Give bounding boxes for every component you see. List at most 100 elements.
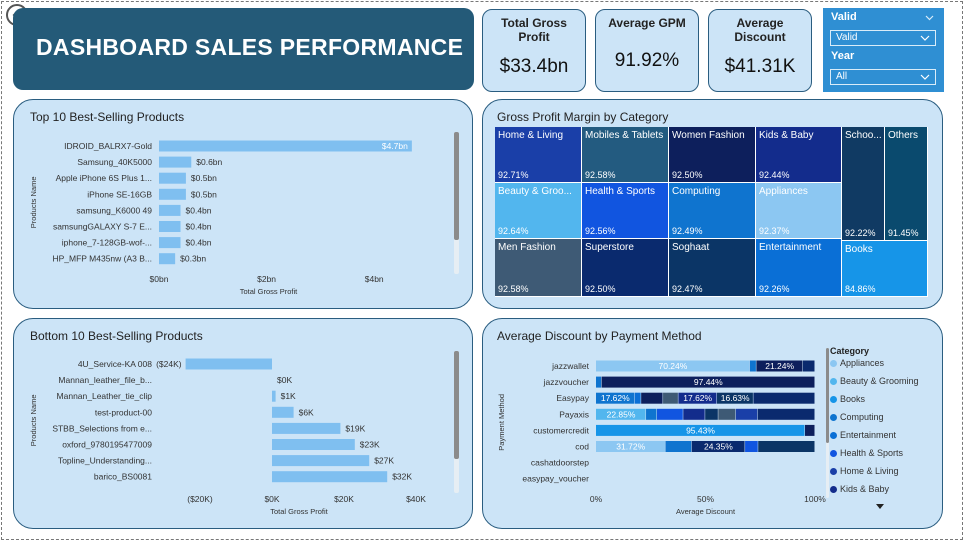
bar-segment[interactable] [646, 408, 657, 420]
bar[interactable] [159, 172, 186, 184]
treemap-cell-label: Women Fashion [672, 130, 745, 141]
y-axis-title: Products Name [29, 177, 38, 229]
bar[interactable] [159, 140, 412, 152]
bar-segment[interactable] [745, 441, 758, 452]
y-axis-title: Payment Method [497, 394, 506, 451]
bar-segment[interactable] [802, 360, 815, 372]
bar[interactable] [159, 188, 186, 200]
bar[interactable] [185, 358, 272, 370]
top-products-chart-card: Top 10 Best-Selling Products IDROID_BALR… [13, 99, 473, 309]
kpi-value: $33.4bn [499, 56, 569, 77]
bar-segment[interactable] [757, 408, 815, 420]
data-label: 70.24% [658, 361, 687, 371]
legend-item[interactable]: Kids & Baby [830, 482, 934, 500]
legend-swatch [830, 396, 837, 403]
bar[interactable] [159, 221, 181, 232]
gpm-treemap: Home & Living 92.71% Mobiles & Tablets 92.5… [495, 127, 928, 297]
treemap-cell[interactable]: Appliances 92.37% [756, 183, 842, 239]
treemap-cell[interactable]: Entertainment 92.26% [756, 239, 842, 297]
treemap-cell[interactable]: Superstore 92.50% [582, 239, 669, 297]
treemap-cell-label: Mobiles & Tablets [585, 130, 664, 141]
bar-segment[interactable] [656, 408, 683, 420]
category-label: easypay_voucher [522, 474, 589, 484]
bar[interactable] [272, 390, 276, 402]
data-label: $0.5bn [191, 189, 217, 199]
bar-segment[interactable] [749, 360, 756, 372]
chart-scrollbar[interactable] [454, 351, 459, 493]
legend-more-arrow[interactable] [876, 504, 884, 509]
treemap-cell[interactable]: Home & Living 92.71% [495, 127, 582, 183]
scrollbar-thumb[interactable] [454, 132, 459, 240]
chart-scrollbar[interactable] [454, 132, 459, 274]
bar-segment[interactable] [663, 392, 678, 404]
x-axis-title: Total Gross Profit [240, 287, 298, 296]
data-label: $27K [374, 456, 394, 466]
treemap-cell[interactable]: Beauty & Groo... 92.64% [495, 183, 582, 239]
data-label: $6K [299, 407, 314, 417]
page-title: DASHBOARD SALES PERFORMANCE [36, 34, 464, 60]
data-label: $1K [281, 391, 296, 401]
legend-item[interactable]: Beauty & Grooming [830, 374, 934, 392]
treemap-cell-label: Beauty & Groo... [498, 186, 572, 197]
category-label: iPhone SE-16GB [87, 189, 152, 199]
data-label: 16.63% [721, 393, 750, 403]
bar-segment[interactable] [718, 408, 736, 420]
data-label: ($24K) [156, 359, 182, 369]
bar[interactable] [272, 422, 341, 434]
bar[interactable] [159, 237, 181, 249]
legend-item[interactable]: Books [830, 392, 934, 410]
treemap-cell[interactable]: Health & Sports 92.56% [582, 183, 669, 239]
legend-item[interactable]: Computing [830, 410, 934, 428]
legend-item[interactable]: Appliances [830, 356, 934, 374]
kpi-label: Total Gross Profit [501, 16, 567, 44]
category-label: Mannan_leather_file_b... [58, 375, 152, 385]
legend-label: Home & Living [840, 466, 899, 476]
bar[interactable] [272, 439, 355, 450]
bar-segment[interactable] [596, 376, 602, 388]
x-tick-label: ($20K) [187, 494, 213, 504]
bar-segment[interactable] [641, 392, 663, 404]
treemap-cell[interactable]: Computing 92.49% [669, 183, 756, 239]
treemap-cell[interactable]: Mobiles & Tablets 92.58% [582, 127, 669, 183]
scrollbar-thumb[interactable] [826, 348, 829, 443]
treemap-cell-label: Soghaat [672, 242, 710, 253]
chevron-down-icon[interactable] [925, 15, 934, 21]
legend-item[interactable]: Entertainment [830, 428, 934, 446]
treemap-cell[interactable]: Schoo... 92.22% [842, 127, 885, 241]
bar[interactable] [159, 156, 192, 168]
bar-segment[interactable] [683, 408, 705, 420]
bar-segment[interactable] [634, 392, 641, 404]
bar-segment[interactable] [705, 408, 718, 420]
bar[interactable] [159, 204, 181, 216]
treemap-cell[interactable]: Kids & Baby 92.44% [756, 127, 842, 183]
treemap-cell[interactable]: Men Fashion 92.58% [495, 239, 582, 297]
scrollbar-thumb[interactable] [454, 351, 459, 459]
treemap-cell-label: Schoo... [845, 130, 882, 141]
legend-scrollbar[interactable] [826, 348, 829, 498]
treemap-cell-value: 92.44% [759, 170, 790, 180]
gpm-by-category-card: Gross Profit Margin by Category Home & L… [482, 99, 943, 309]
treemap-cell[interactable]: Others 91.45% [885, 127, 928, 241]
treemap-cell[interactable]: Books 84.86% [842, 241, 928, 297]
legend-item[interactable]: Health & Sports [830, 446, 934, 464]
treemap-cell[interactable]: Women Fashion 92.50% [669, 127, 756, 183]
bar[interactable] [272, 471, 388, 483]
bar-segment[interactable] [804, 424, 815, 436]
bar[interactable] [272, 455, 370, 467]
chevron-down-icon [920, 35, 930, 41]
category-label: Mannan_Leather_tie_clip [57, 391, 153, 401]
bar[interactable] [159, 253, 176, 265]
year-filter-dropdown[interactable]: All [830, 69, 936, 85]
bar-segment[interactable] [758, 441, 815, 452]
category-label: jazzwallet [551, 361, 589, 371]
bar-segment[interactable] [665, 441, 692, 452]
legend-item[interactable]: Home & Living [830, 464, 934, 482]
valid-filter-label: Valid [831, 11, 857, 23]
treemap-cell[interactable]: Soghaat 92.47% [669, 239, 756, 297]
bar[interactable] [272, 406, 294, 418]
kpi-value: 91.92% [614, 50, 680, 71]
bar-segment[interactable] [753, 392, 815, 404]
bar-segment[interactable] [735, 408, 758, 420]
x-axis-title: Total Gross Profit [270, 507, 328, 516]
valid-filter-dropdown[interactable]: Valid [830, 30, 936, 46]
